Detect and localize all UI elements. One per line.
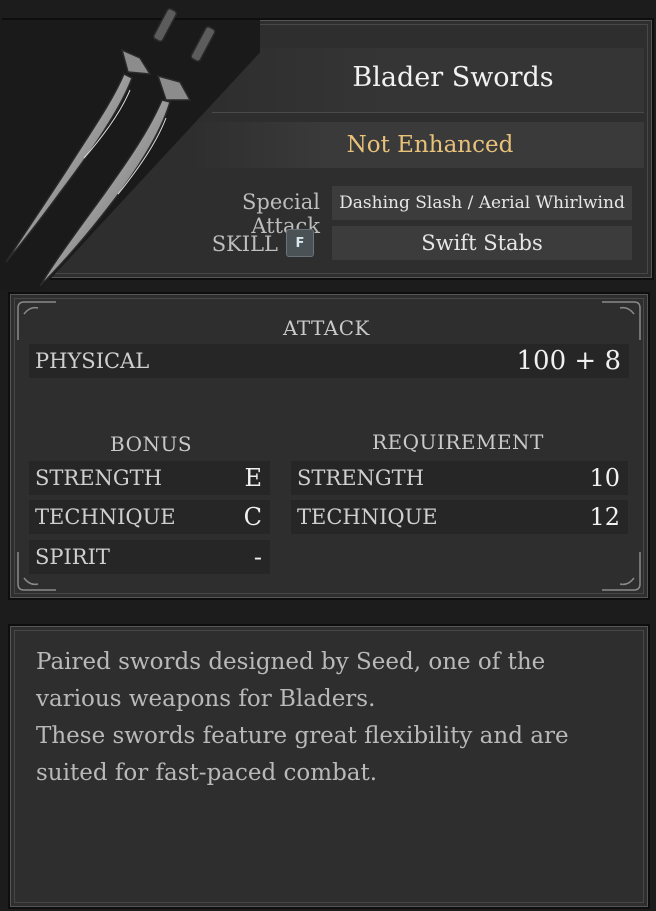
bonus-grade: C (243, 503, 262, 531)
requirement-label: STRENGTH (297, 466, 425, 490)
description-line: Paired swords designed by Seed, one of t… (36, 649, 546, 675)
bonus-label: STRENGTH (35, 466, 163, 490)
weapon-description: Paired swords designed by Seed, one of t… (36, 644, 596, 792)
enhancement-status: Not Enhanced (346, 132, 514, 158)
corner-ornament (17, 301, 56, 340)
special-attack-value: Dashing Slash / Aerial Whirlwind (332, 186, 632, 220)
attack-title: ATTACK (283, 316, 370, 340)
corner-ornament (602, 301, 641, 340)
special-attack-text: Dashing Slash / Aerial Whirlwind (339, 193, 625, 213)
physical-label: PHYSICAL (35, 349, 150, 373)
bonus-row-spirit: SPIRIT - (29, 540, 270, 574)
skill-name: Swift Stabs (421, 231, 543, 255)
corner-ornament (602, 552, 641, 591)
requirement-row-technique: TECHNIQUE 12 (291, 500, 628, 534)
bonus-row-technique: TECHNIQUE C (29, 500, 270, 534)
skill-value: Swift Stabs (332, 226, 632, 260)
description-line: suited for fast-paced combat. (36, 760, 378, 786)
physical-attack-row: PHYSICAL 100 + 8 (29, 344, 629, 378)
bonus-title: BONUS (110, 432, 193, 456)
requirement-value: 10 (589, 464, 620, 492)
requirement-label: TECHNIQUE (297, 505, 438, 529)
bonus-label: TECHNIQUE (35, 505, 176, 529)
blader-swords-icon (0, 7, 260, 290)
description-line: These swords feature great flexibility a… (36, 723, 569, 749)
bonus-row-strength: STRENGTH E (29, 461, 270, 495)
f-key-icon: F (286, 229, 314, 257)
description-line: various weapons for Bladers. (36, 686, 376, 712)
requirement-title: REQUIREMENT (372, 430, 544, 454)
requirement-row-strength: STRENGTH 10 (291, 461, 628, 495)
physical-value: 100 + 8 (516, 346, 621, 376)
bonus-grade: - (253, 543, 262, 571)
weapon-name: Blader Swords (352, 62, 554, 93)
requirement-value: 12 (589, 503, 620, 531)
bonus-grade: E (244, 464, 262, 492)
bonus-label: SPIRIT (35, 545, 110, 569)
